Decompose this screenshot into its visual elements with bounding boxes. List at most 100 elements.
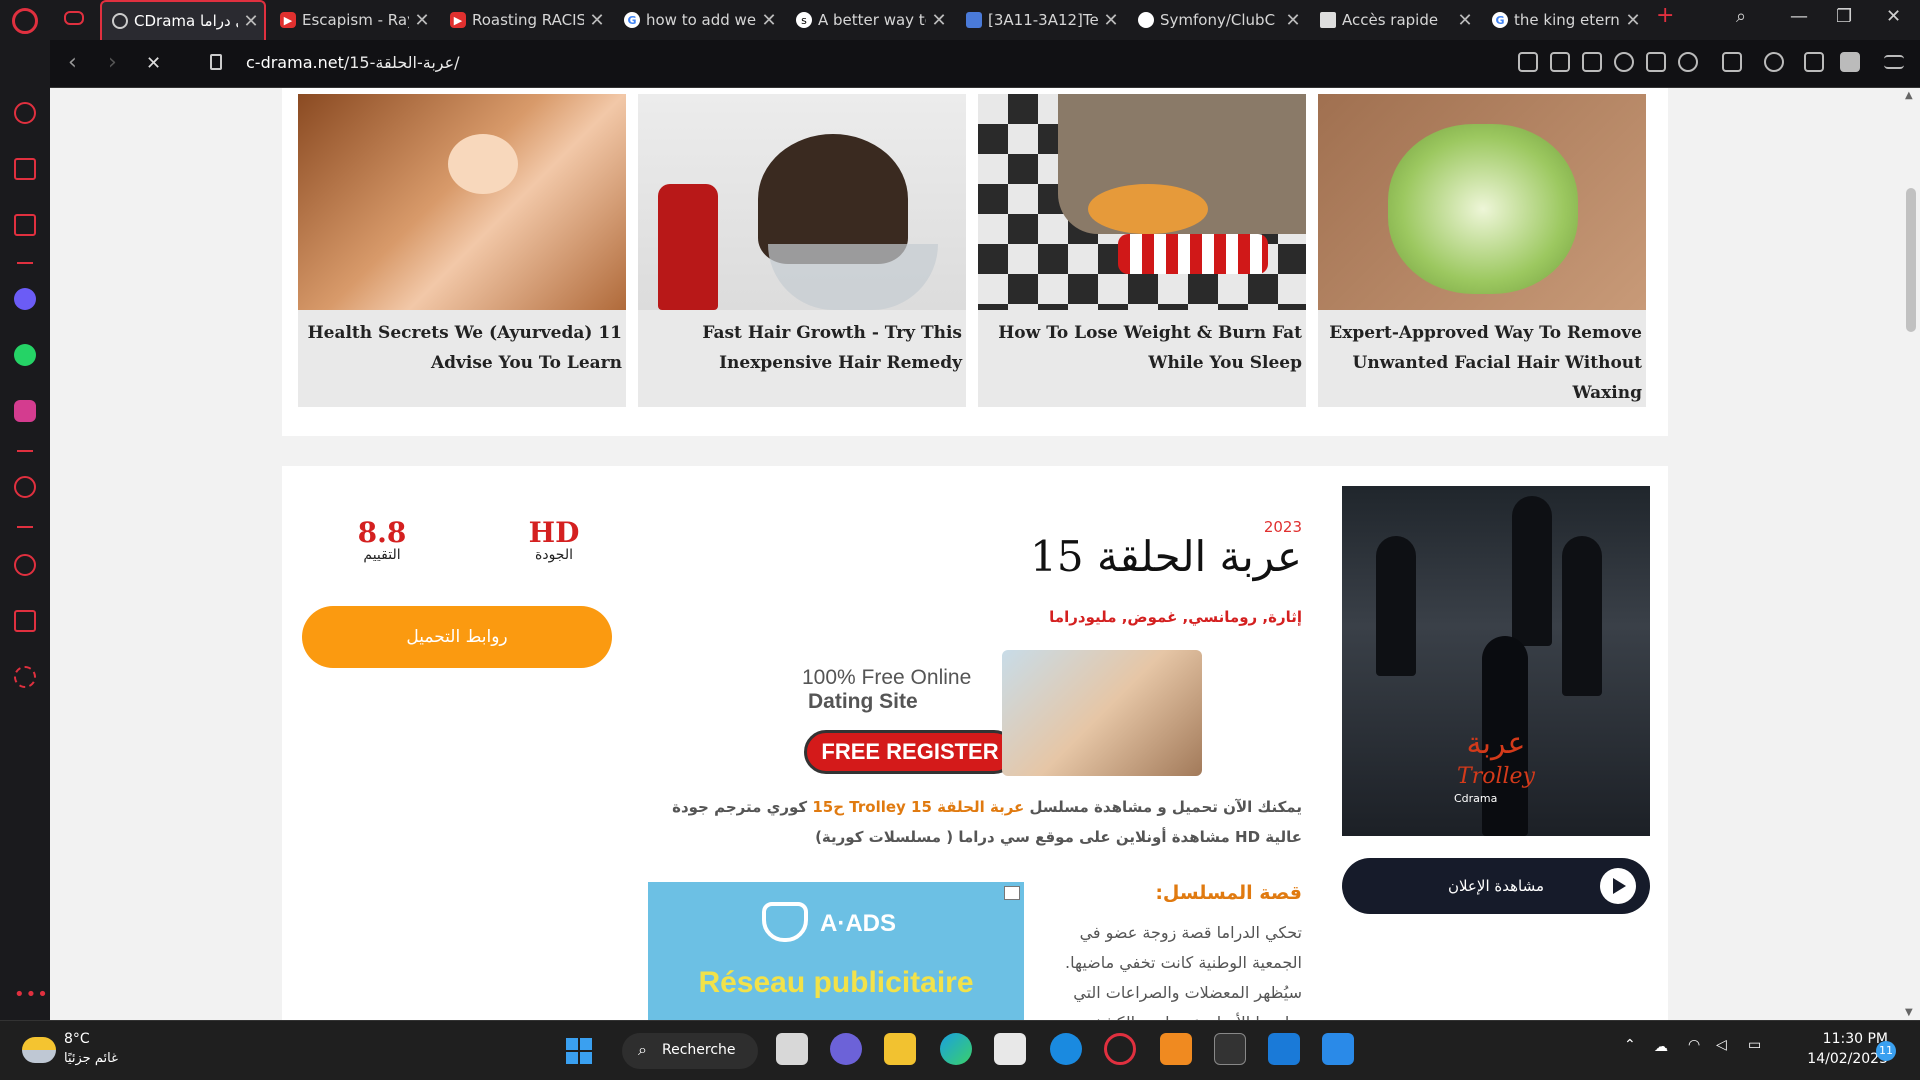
close-tab-icon[interactable]: ✕ xyxy=(1098,10,1124,31)
speed-dial-icon[interactable] xyxy=(14,102,36,124)
close-tab-icon[interactable]: ✕ xyxy=(584,10,610,31)
back-icon[interactable]: ‹ xyxy=(68,50,77,75)
ad-card-hair[interactable]: Fast Hair Growth - Try This Inexpensive … xyxy=(638,94,966,407)
couple-photo xyxy=(1002,650,1202,776)
settings-icon[interactable] xyxy=(14,666,36,688)
clock-time[interactable]: 11:30 PM xyxy=(1798,1031,1888,1047)
stop-loading-icon[interactable]: ✕ xyxy=(146,53,161,74)
paint-icon[interactable] xyxy=(1322,1033,1354,1065)
wifi-icon[interactable]: ◠ xyxy=(1688,1037,1700,1053)
ad-title[interactable]: Expert-Approved Way To Remove Unwanted F… xyxy=(1318,310,1646,408)
shopping-icon[interactable] xyxy=(14,158,36,180)
download-icon[interactable] xyxy=(1804,52,1824,72)
tab-escapism[interactable]: ▶ Escapism - Raye ✕ xyxy=(270,0,435,40)
vscode-icon[interactable] xyxy=(1268,1033,1300,1065)
search-box[interactable]: ⌕ Recherche xyxy=(622,1033,758,1069)
gx-control-icon[interactable] xyxy=(64,11,84,25)
url-field[interactable]: c-drama.net/15-عربة-الحلقة/ xyxy=(246,53,460,72)
notification-badge[interactable]: 11 xyxy=(1876,1041,1896,1061)
task-view-icon[interactable] xyxy=(776,1033,808,1065)
scroll-up-icon[interactable]: ▲ xyxy=(1905,90,1913,101)
send-icon[interactable] xyxy=(1646,52,1666,72)
heart-icon[interactable] xyxy=(1678,52,1698,72)
close-window-icon[interactable]: ✕ xyxy=(1886,6,1901,27)
forward-icon[interactable]: › xyxy=(108,50,117,75)
start-icon[interactable] xyxy=(566,1038,592,1064)
terminal-icon[interactable] xyxy=(1214,1033,1246,1065)
ad-title[interactable]: How To Lose Weight & Burn Fat While You … xyxy=(978,310,1306,378)
twitch-icon[interactable] xyxy=(14,214,36,236)
tab-roasting[interactable]: ▶ Roasting RACIS ✕ xyxy=(440,0,610,40)
account-icon[interactable] xyxy=(1764,52,1784,72)
dating-ad-banner[interactable]: 100% Free Online Dating Site FREE REGIST… xyxy=(782,650,1202,776)
ad-card-weight[interactable]: How To Lose Weight & Burn Fat While You … xyxy=(978,94,1306,407)
tab-how-to-add[interactable]: G how to add wel ✕ xyxy=(614,0,782,40)
tab-cdrama[interactable]: CDrama سي دراما ✕ xyxy=(100,0,266,40)
battery-icon[interactable]: ▭ xyxy=(1748,1037,1761,1053)
whatsapp-icon[interactable] xyxy=(14,344,36,366)
close-tab-icon[interactable]: ✕ xyxy=(1452,10,1478,31)
weather-temp[interactable]: 8°C xyxy=(64,1031,90,1047)
tab-3a11[interactable]: [3A11-3A12]Tec ✕ xyxy=(956,0,1124,40)
xampp-icon[interactable] xyxy=(1160,1033,1192,1065)
tab-king-eternal[interactable]: G the king eternal ✕ xyxy=(1482,0,1646,40)
story-text: تحكي الدراما قصة زوجة عضو في الجمعية الو… xyxy=(1065,923,1302,1020)
aads-ad-banner[interactable]: A·ADS Réseau publicitaire xyxy=(648,882,1024,1020)
scrollbar-thumb[interactable] xyxy=(1906,188,1916,332)
minimize-icon[interactable]: — xyxy=(1790,6,1808,27)
show-poster[interactable]: عربة Trolley Cdrama xyxy=(1342,486,1650,836)
close-tab-icon[interactable]: ✕ xyxy=(238,11,264,32)
ad-title[interactable]: Fast Hair Growth - Try This Inexpensive … xyxy=(638,310,966,378)
genre-list[interactable]: إثارة, رومانسي, غموض, مليودراما xyxy=(1049,608,1302,626)
scroll-down-icon[interactable]: ▼ xyxy=(1905,1007,1913,1018)
opera-gx-icon[interactable] xyxy=(1104,1033,1136,1065)
rating-label: التقييم xyxy=(363,547,401,563)
instagram-icon[interactable] xyxy=(14,400,36,422)
ad-title[interactable]: Health Secrets We (Ayurveda) 11 Advise Y… xyxy=(298,310,626,378)
ad-card-ayurveda[interactable]: Health Secrets We (Ayurveda) 11 Advise Y… xyxy=(298,94,626,407)
file-explorer-icon[interactable] xyxy=(884,1033,916,1065)
more-icon[interactable]: ••• xyxy=(14,984,49,1005)
opera-logo-icon[interactable] xyxy=(12,8,38,34)
close-tab-icon[interactable]: ✕ xyxy=(1280,10,1306,31)
chevron-up-icon[interactable]: ⌃ xyxy=(1624,1037,1636,1053)
extensions-icon[interactable] xyxy=(14,610,36,632)
reader-icon[interactable] xyxy=(1518,52,1538,72)
close-tab-icon[interactable]: ✕ xyxy=(756,10,782,31)
search-tabs-icon[interactable]: ⌕ xyxy=(1736,6,1746,27)
close-tab-icon[interactable]: ✕ xyxy=(409,10,435,31)
new-tab-icon[interactable]: + xyxy=(1656,3,1674,28)
help-icon[interactable] xyxy=(1050,1033,1082,1065)
tab-acces-rapide[interactable]: Accès rapide ✕ xyxy=(1310,0,1478,40)
download-links-button[interactable]: روابط التحميل xyxy=(302,606,612,668)
close-tab-icon[interactable]: ✕ xyxy=(926,10,952,31)
battery-icon[interactable] xyxy=(1840,52,1860,72)
easy-setup-icon[interactable] xyxy=(1884,55,1904,69)
volume-icon[interactable]: ◁ xyxy=(1716,1037,1727,1053)
weather-icon[interactable] xyxy=(22,1037,56,1063)
onedrive-icon[interactable]: ☁ xyxy=(1654,1039,1668,1055)
watch-trailer-button[interactable]: مشاهدة الإعلان xyxy=(1342,858,1650,914)
restore-icon[interactable]: ❐ xyxy=(1836,6,1852,27)
ad-card-facial-hair[interactable]: Expert-Approved Way To Remove Unwanted F… xyxy=(1318,94,1646,407)
weather-desc[interactable]: غائم جزئيًا xyxy=(64,1051,118,1066)
edit-icon[interactable] xyxy=(1550,52,1570,72)
lock-icon[interactable] xyxy=(210,54,222,70)
ad-info-icon[interactable] xyxy=(1004,886,1020,900)
clock-date[interactable]: 14/02/2023 xyxy=(1788,1051,1888,1067)
store-icon[interactable] xyxy=(994,1033,1026,1065)
show-link[interactable]: عربة الحلقة 15 Trolley ح15 xyxy=(812,798,1024,816)
scrollbar[interactable]: ▲ ▼ xyxy=(1902,88,1920,1020)
adblock-icon[interactable] xyxy=(1614,52,1634,72)
snapshot-icon[interactable] xyxy=(1582,52,1602,72)
messenger-icon[interactable] xyxy=(14,288,36,310)
chat-icon[interactable] xyxy=(830,1033,862,1065)
box-icon[interactable] xyxy=(1722,52,1742,72)
edge-icon[interactable] xyxy=(940,1033,972,1065)
tab-symfony-club[interactable]: Symfony/ClubC ✕ xyxy=(1128,0,1306,40)
tab-better-way[interactable]: s A better way to ✕ xyxy=(786,0,952,40)
free-register-button[interactable]: FREE REGISTER xyxy=(804,730,1016,774)
close-tab-icon[interactable]: ✕ xyxy=(1620,10,1646,31)
history-icon[interactable] xyxy=(14,554,36,576)
player-icon[interactable] xyxy=(14,476,36,498)
